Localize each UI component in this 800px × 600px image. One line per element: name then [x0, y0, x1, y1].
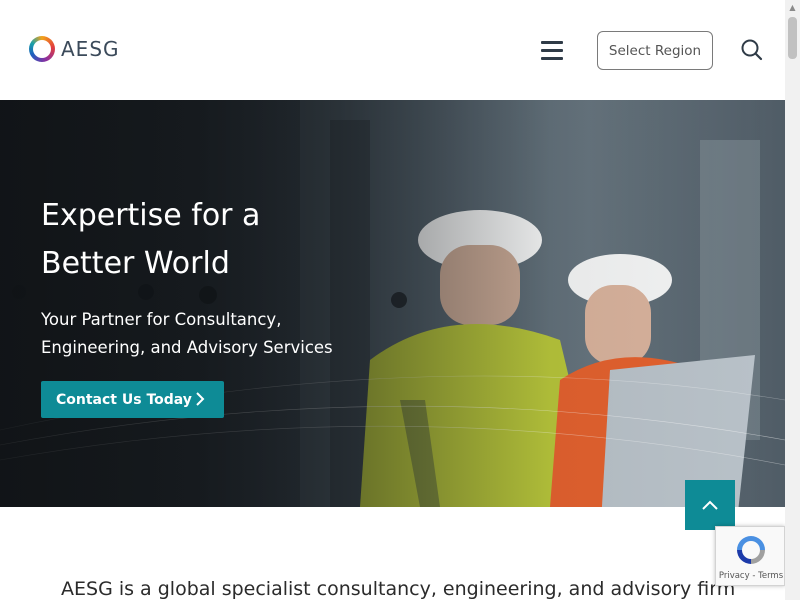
hero-overlay — [0, 100, 785, 507]
contact-us-label: Contact Us Today — [56, 391, 192, 408]
select-region-button[interactable]: Select Region — [597, 31, 713, 70]
menu-icon — [541, 41, 563, 60]
contact-us-button[interactable]: Contact Us Today — [41, 381, 224, 418]
scrollbar[interactable]: ▲ — [785, 0, 800, 600]
recaptcha-icon — [737, 536, 765, 564]
logo-ring-icon — [29, 36, 55, 62]
search-icon — [741, 39, 763, 61]
hero-subtitle: Your Partner for Consultancy, Engineerin… — [41, 310, 333, 357]
site-header: AESG Select Region — [0, 0, 785, 100]
chevron-right-icon — [196, 392, 205, 406]
back-to-top-button[interactable] — [685, 480, 735, 530]
recaptcha-links[interactable]: Privacy - Terms — [716, 571, 786, 581]
hero-title: Expertise for a Better World — [41, 198, 261, 281]
recaptcha-badge[interactable]: Privacy - Terms — [715, 526, 785, 586]
logo-text: AESG — [61, 37, 120, 61]
intro-text: AESG is a global specialist consultancy,… — [61, 578, 736, 600]
logo[interactable]: AESG — [29, 36, 120, 62]
scrollbar-thumb[interactable] — [788, 17, 797, 59]
chevron-up-icon — [702, 500, 718, 510]
hero-banner: Expertise for a Better World Your Partne… — [0, 100, 785, 507]
menu-button[interactable] — [541, 41, 563, 60]
search-button[interactable] — [740, 38, 764, 62]
scroll-up-arrow-icon[interactable]: ▲ — [785, 0, 800, 15]
